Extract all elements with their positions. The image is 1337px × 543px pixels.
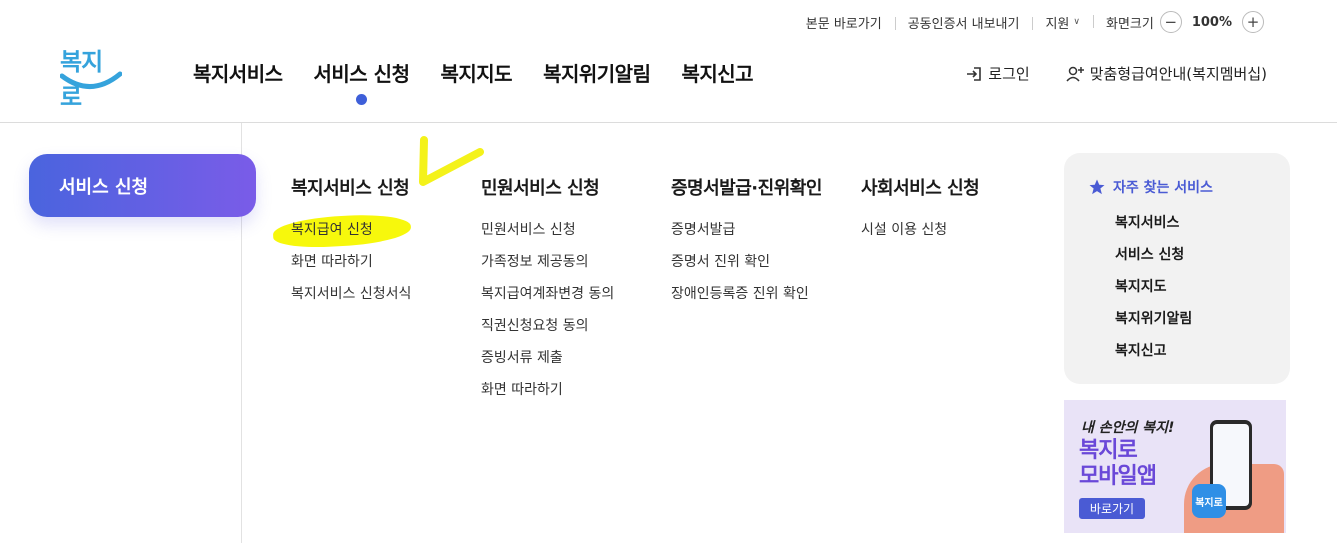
menu-link[interactable]: 가족정보 제공동의 [481, 246, 614, 278]
zoom-control: 화면크기 − 100% + [1092, 11, 1277, 33]
mobile-app-banner[interactable]: 내 손안의 복지! 복지로 모바일앱 바로가기 복지로 [1064, 400, 1286, 533]
side-menu-service-apply[interactable]: 서비스 신청 [29, 154, 256, 217]
column-title[interactable]: 증명서발급·진위확인 [671, 174, 822, 200]
nav-item-welfare-service[interactable]: 복지서비스 [193, 58, 283, 87]
active-indicator-dot [356, 94, 368, 105]
menu-link[interactable]: 화면 따라하기 [481, 374, 614, 406]
column-title[interactable]: 복지서비스 신청 [291, 174, 411, 200]
favorite-item[interactable]: 서비스 신청 [1088, 239, 1290, 271]
favorite-item[interactable]: 복지신고 [1088, 335, 1290, 367]
app-icon: 복지로 [1192, 484, 1226, 518]
menu-link[interactable]: 복지급여계좌변경 동의 [481, 278, 614, 310]
menu-link-benefit-apply[interactable]: 복지급여 신청 [291, 214, 411, 246]
menu-column-certificate: 증명서발급·진위확인 증명서발급 증명서 진위 확인 장애인등록증 진위 확인 [671, 174, 822, 310]
menu-link[interactable]: 직권신청요청 동의 [481, 310, 614, 342]
menu-link[interactable]: 민원서비스 신청 [481, 214, 614, 246]
header-divider [0, 122, 1337, 123]
star-icon [1089, 179, 1105, 195]
menu-link[interactable]: 증빙서류 제출 [481, 342, 614, 374]
login-button[interactable]: 로그인 [965, 63, 1030, 84]
favorite-item[interactable]: 복지지도 [1088, 271, 1290, 303]
favorites-title: 자주 찾는 서비스 [1088, 177, 1290, 197]
nav-item-welfare-report[interactable]: 복지신고 [681, 58, 753, 87]
header-actions: 로그인 맞춤형급여안내(복지멤버십) [965, 63, 1267, 84]
menu-link-screen-guide[interactable]: 화면 따라하기 [291, 246, 411, 278]
column-title[interactable]: 민원서비스 신청 [481, 174, 614, 200]
menu-link[interactable]: 증명서발급 [671, 214, 822, 246]
chevron-down-icon: ∨ [1073, 17, 1080, 27]
banner-headline: 복지로 모바일앱 [1079, 438, 1157, 489]
nav-item-service-apply[interactable]: 서비스 신청 [314, 58, 410, 105]
menu-column-civil-service: 민원서비스 신청 민원서비스 신청 가족정보 제공동의 복지급여계좌변경 동의 … [481, 174, 614, 406]
zoom-out-button[interactable]: − [1159, 11, 1182, 33]
support-dropdown[interactable]: 지원 ∨ [1032, 13, 1093, 32]
logo-smile-icon [60, 71, 122, 89]
main-nav: 복지서비스 서비스 신청 복지지도 복지위기알림 복지신고 [193, 58, 784, 105]
menu-link[interactable]: 장애인등록증 진위 확인 [671, 278, 822, 310]
nav-item-crisis-alert[interactable]: 복지위기알림 [543, 58, 651, 87]
menu-link[interactable]: 증명서 진위 확인 [671, 246, 822, 278]
zoom-in-button[interactable]: + [1242, 11, 1264, 33]
nav-item-welfare-map[interactable]: 복지지도 [440, 58, 512, 87]
menu-link-forms[interactable]: 복지서비스 신청서식 [291, 278, 411, 310]
banner-tagline: 내 손안의 복지! [1081, 420, 1175, 436]
logo[interactable]: 복지로 [58, 42, 122, 111]
skip-to-content-link[interactable]: 본문 바로가기 [793, 13, 895, 32]
highlight-check-mark [419, 136, 484, 186]
column-title[interactable]: 사회서비스 신청 [861, 174, 980, 200]
utility-bar: 본문 바로가기 공동인증서 내보내기 지원 ∨ 화면크기 − 100% + [793, 10, 1277, 34]
menu-column-social-service: 사회서비스 신청 시설 이용 신청 [861, 174, 980, 246]
favorites-box: 자주 찾는 서비스 복지서비스 서비스 신청 복지지도 복지위기알림 복지신고 [1064, 153, 1290, 384]
zoom-value: 100% [1191, 14, 1232, 30]
membership-button[interactable]: 맞춤형급여안내(복지멤버십) [1066, 63, 1267, 84]
favorite-item[interactable]: 복지위기알림 [1088, 303, 1290, 335]
cert-export-link[interactable]: 공동인증서 내보내기 [894, 13, 1033, 32]
favorite-item[interactable]: 복지서비스 [1088, 207, 1290, 239]
menu-column-welfare-apply: 복지서비스 신청 복지급여 신청 화면 따라하기 복지서비스 신청서식 [291, 174, 411, 310]
user-plus-icon [1066, 66, 1084, 82]
zoom-label: 화면크기 [1105, 16, 1154, 32]
menu-link[interactable]: 시설 이용 신청 [861, 214, 979, 246]
login-icon [967, 66, 982, 81]
banner-go-button[interactable]: 바로가기 [1079, 498, 1145, 519]
